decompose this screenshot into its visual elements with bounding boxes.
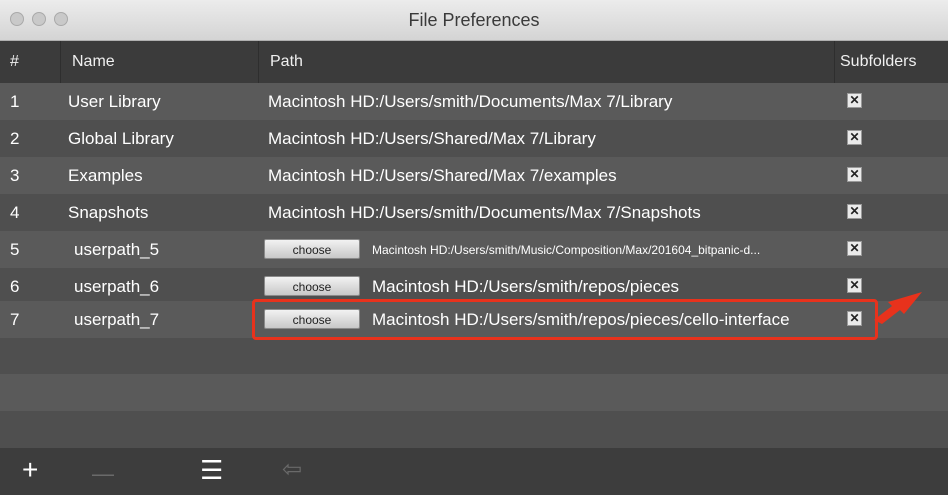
row-number: 3 — [10, 166, 20, 185]
subfolders-checkbox[interactable]: ✕ — [847, 204, 862, 219]
back-arrow-icon[interactable]: ⇦ — [282, 456, 302, 484]
row-path: Macintosh HD:/Users/Shared/Max 7/Library — [268, 129, 596, 148]
row-name: userpath_7 — [74, 310, 160, 329]
add-path-button[interactable]: + — [22, 456, 38, 484]
title-bar: File Preferences — [0, 0, 948, 41]
empty-row — [0, 374, 948, 411]
row-number: 7 — [10, 310, 20, 329]
row-path: Macintosh HD:/Users/Shared/Max 7/example… — [268, 166, 617, 185]
file-preferences-window: File Preferences # Name Path Subfolders … — [0, 0, 948, 495]
row-name: userpath_6 — [74, 277, 160, 296]
table-row[interactable]: 1 User Library Macintosh HD:/Users/smith… — [0, 83, 948, 120]
row-number: 1 — [10, 92, 20, 111]
row-name: Global Library — [68, 129, 174, 148]
row-name: User Library — [68, 92, 161, 111]
row-name: Snapshots — [68, 203, 149, 222]
row-number: 5 — [10, 240, 20, 259]
row-name: Examples — [68, 166, 143, 185]
subfolders-checkbox[interactable]: ✕ — [847, 167, 862, 182]
empty-row — [0, 411, 948, 448]
choose-button[interactable]: choose — [264, 239, 360, 259]
annotation-arrow-icon — [874, 292, 922, 324]
row-name: userpath_5 — [74, 240, 160, 259]
choose-button[interactable]: choose — [264, 276, 360, 296]
column-header-subfolders[interactable]: Subfolders — [840, 53, 917, 71]
subfolders-checkbox[interactable]: ✕ — [847, 241, 862, 256]
bottom-toolbar: + — ☰ ⇦ — [0, 448, 948, 495]
empty-row — [0, 338, 948, 374]
table-row[interactable]: 4 Snapshots Macintosh HD:/Users/smith/Do… — [0, 194, 948, 231]
row-number: 6 — [10, 277, 20, 296]
column-header-number[interactable]: # — [10, 53, 19, 71]
window-title: File Preferences — [408, 10, 540, 30]
remove-path-button[interactable]: — — [92, 460, 114, 488]
subfolders-checkbox[interactable]: ✕ — [847, 93, 862, 108]
table-row[interactable]: 2 Global Library Macintosh HD:/Users/Sha… — [0, 120, 948, 157]
highlight-box — [252, 299, 878, 340]
menu-icon[interactable]: ☰ — [200, 456, 223, 484]
subfolders-checkbox[interactable]: ✕ — [847, 130, 862, 145]
table-row[interactable]: 5 userpath_5 choose Macintosh HD:/Users/… — [0, 231, 948, 268]
row-path: Macintosh HD:/Users/smith/Documents/Max … — [268, 92, 673, 111]
row-number: 4 — [10, 203, 20, 222]
table-header: # Name Path Subfolders — [0, 41, 948, 83]
column-header-name[interactable]: Name — [72, 53, 115, 71]
table-row[interactable]: 3 Examples Macintosh HD:/Users/Shared/Ma… — [0, 157, 948, 194]
row-path: Macintosh HD:/Users/smith/repos/pieces — [372, 277, 680, 296]
column-header-path[interactable]: Path — [270, 53, 303, 71]
row-number: 2 — [10, 129, 20, 148]
subfolders-checkbox[interactable]: ✕ — [847, 278, 862, 293]
row-path: Macintosh HD:/Users/smith/Documents/Max … — [268, 203, 701, 222]
row-path: Macintosh HD:/Users/smith/Music/Composit… — [372, 243, 761, 257]
